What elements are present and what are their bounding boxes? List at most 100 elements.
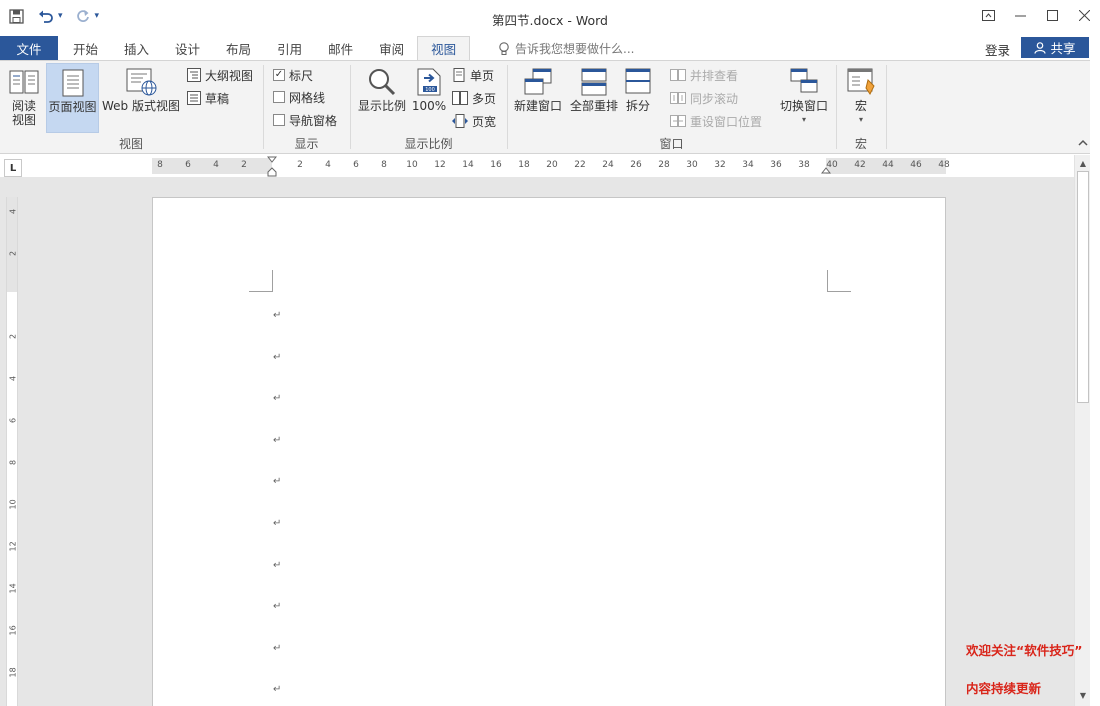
read-mode-label-1: 阅读 xyxy=(11,99,36,113)
tab-references[interactable]: 引用 xyxy=(264,36,315,60)
read-mode-icon xyxy=(9,70,39,94)
new-window-button[interactable]: 新建窗口 xyxy=(510,63,566,133)
print-layout-button[interactable]: 页面视图 xyxy=(46,63,99,133)
sign-in-link[interactable]: 登录 xyxy=(985,40,1010,59)
switch-windows-button[interactable]: 切换窗口 ▾ xyxy=(776,63,832,133)
outline-icon xyxy=(187,68,201,82)
tab-review[interactable]: 审阅 xyxy=(366,36,417,60)
gridlines-box xyxy=(273,91,285,103)
read-mode-label-2: 视图 xyxy=(11,113,36,127)
paragraph-mark: ↵ xyxy=(273,601,282,613)
ruler-tick-label: 12 xyxy=(434,160,446,170)
tab-view[interactable]: 视图 xyxy=(417,36,471,61)
ruler-tick-label: 16 xyxy=(490,160,502,170)
ruler-tick-label: 36 xyxy=(770,160,782,170)
ruler-checkbox[interactable]: ✓ 标尺 xyxy=(273,65,313,85)
vertical-ruler-tick-label: 12 xyxy=(8,541,18,552)
web-layout-button[interactable]: Web 版式视图 xyxy=(100,63,182,133)
ruler-tick-label: 14 xyxy=(462,160,474,170)
ruler-tick-label: 2 xyxy=(297,160,303,170)
reset-position-label: 重设窗口位置 xyxy=(690,114,763,129)
ruler-tick-label: 4 xyxy=(325,160,331,170)
ruler-tick-label: 40 xyxy=(826,160,838,170)
outline-button[interactable]: 大纲视图 xyxy=(187,65,253,85)
tab-layout[interactable]: 布局 xyxy=(213,36,264,60)
ribbon-separator xyxy=(886,65,887,149)
paragraph-mark: ↵ xyxy=(273,434,282,446)
new-window-icon xyxy=(524,68,552,95)
multi-page-label: 多页 xyxy=(472,91,497,106)
view-side-by-side-button[interactable]: 并排查看 xyxy=(670,65,738,85)
vertical-ruler[interactable]: 4 2 2 4 6 8 10 12 14 16 18 xyxy=(6,197,18,706)
group-macros: 宏 ▾ 宏 xyxy=(837,61,885,154)
split-icon xyxy=(625,68,651,94)
multi-page-button[interactable]: 多页 xyxy=(452,88,496,108)
vertical-ruler-tick-label: 14 xyxy=(8,583,18,594)
tab-selector[interactable]: L xyxy=(4,159,22,177)
maximize-icon[interactable] xyxy=(1036,0,1068,30)
scrollbar-thumb[interactable] xyxy=(1077,171,1089,403)
zoom-button[interactable]: 显示比例 xyxy=(354,63,410,133)
multi-page-icon xyxy=(452,91,468,105)
one-page-button[interactable]: 单页 xyxy=(452,65,494,85)
read-mode-button[interactable]: 阅读 视图 xyxy=(4,63,44,133)
vertical-ruler-tick-label: 2 xyxy=(8,250,18,257)
nav-pane-label: 导航窗格 xyxy=(289,113,338,128)
nav-pane-box xyxy=(273,114,285,126)
reset-window-position-button[interactable]: 重设窗口位置 xyxy=(670,111,762,131)
tab-home[interactable]: 开始 xyxy=(60,36,111,60)
tab-mailings[interactable]: 邮件 xyxy=(315,36,366,60)
macros-button[interactable]: 宏 ▾ xyxy=(841,63,881,133)
tab-design[interactable]: 设计 xyxy=(162,36,213,60)
arrange-all-button[interactable]: 全部重排 xyxy=(566,63,622,133)
title-bar: ▾ ▾ 第四节.docx - Word xyxy=(0,0,1100,36)
left-indent-marker-icon[interactable] xyxy=(267,156,277,178)
gridlines-checkbox[interactable]: 网格线 xyxy=(273,87,325,107)
zoom-100-label: 100% xyxy=(411,99,447,113)
ruler-tick-label: 42 xyxy=(854,160,866,170)
macros-label: 宏 xyxy=(854,99,867,113)
gridlines-label: 网格线 xyxy=(289,90,326,105)
ribbon-tabs: 开始 插入 设计 布局 引用 邮件 审阅 视图 xyxy=(60,36,471,61)
margin-corner-top-right xyxy=(827,270,851,292)
vertical-ruler-tick-label: 6 xyxy=(8,417,18,424)
group-window: 新建窗口 全部重排 拆分 并排查看 同步滚动 重设窗口位置 切换窗口 ▾ 窗口 xyxy=(508,61,835,154)
document-page[interactable]: ↵ ↵ ↵ ↵ ↵ ↵ ↵ ↵ ↵ ↵ xyxy=(152,197,946,706)
ruler-tick-label: 6 xyxy=(353,160,359,170)
share-button[interactable]: 共享 xyxy=(1021,37,1089,58)
horizontal-ruler[interactable]: 8 6 4 2 2 4 6 8 10 12 14 16 18 20 22 24 26 28 30 32 34 36 38 40… xyxy=(152,156,950,177)
draft-icon xyxy=(187,91,201,105)
sync-scroll-button[interactable]: 同步滚动 xyxy=(670,88,738,108)
sync-scroll-label: 同步滚动 xyxy=(690,91,739,106)
page-width-button[interactable]: 页宽 xyxy=(452,111,496,131)
zoom-100-icon: 100 xyxy=(417,68,441,96)
ruler-tick-label: 48 xyxy=(938,160,950,170)
web-layout-icon xyxy=(126,68,157,96)
ruler-tick-label: 20 xyxy=(546,160,558,170)
split-button[interactable]: 拆分 xyxy=(622,63,654,133)
macros-dropdown-icon: ▾ xyxy=(858,115,863,124)
group-window-label: 窗口 xyxy=(659,137,684,151)
arrange-all-label: 全部重排 xyxy=(569,99,618,113)
macros-icon xyxy=(847,68,875,95)
paragraph-mark: ↵ xyxy=(273,518,282,529)
tell-me-box[interactable]: 告诉我您想要做什么... xyxy=(498,40,634,57)
draft-button[interactable]: 草稿 xyxy=(187,88,229,108)
tab-insert[interactable]: 插入 xyxy=(111,36,162,60)
scroll-up-icon[interactable]: ▲ xyxy=(1077,157,1089,169)
tab-file[interactable]: 文件 xyxy=(0,36,58,60)
scroll-down-icon[interactable]: ▼ xyxy=(1077,689,1089,701)
ruler-check-icon: ✓ xyxy=(273,69,285,81)
minimize-icon[interactable] xyxy=(1004,0,1036,30)
close-icon[interactable] xyxy=(1068,0,1100,30)
ruler-tick-label: 22 xyxy=(574,160,586,170)
zoom-100-button[interactable]: 100 100% xyxy=(411,63,447,133)
nav-pane-checkbox[interactable]: 导航窗格 xyxy=(273,110,337,130)
ruler-tick-label: 6 xyxy=(185,160,191,170)
share-label: 共享 xyxy=(1050,41,1076,56)
ribbon-display-icon[interactable] xyxy=(972,0,1004,30)
collapse-ribbon-icon[interactable] xyxy=(1078,136,1088,149)
vertical-scrollbar[interactable]: ▲ ▼ xyxy=(1074,155,1090,706)
ruler-tick-label: 24 xyxy=(602,160,614,170)
reset-position-icon xyxy=(670,115,686,127)
